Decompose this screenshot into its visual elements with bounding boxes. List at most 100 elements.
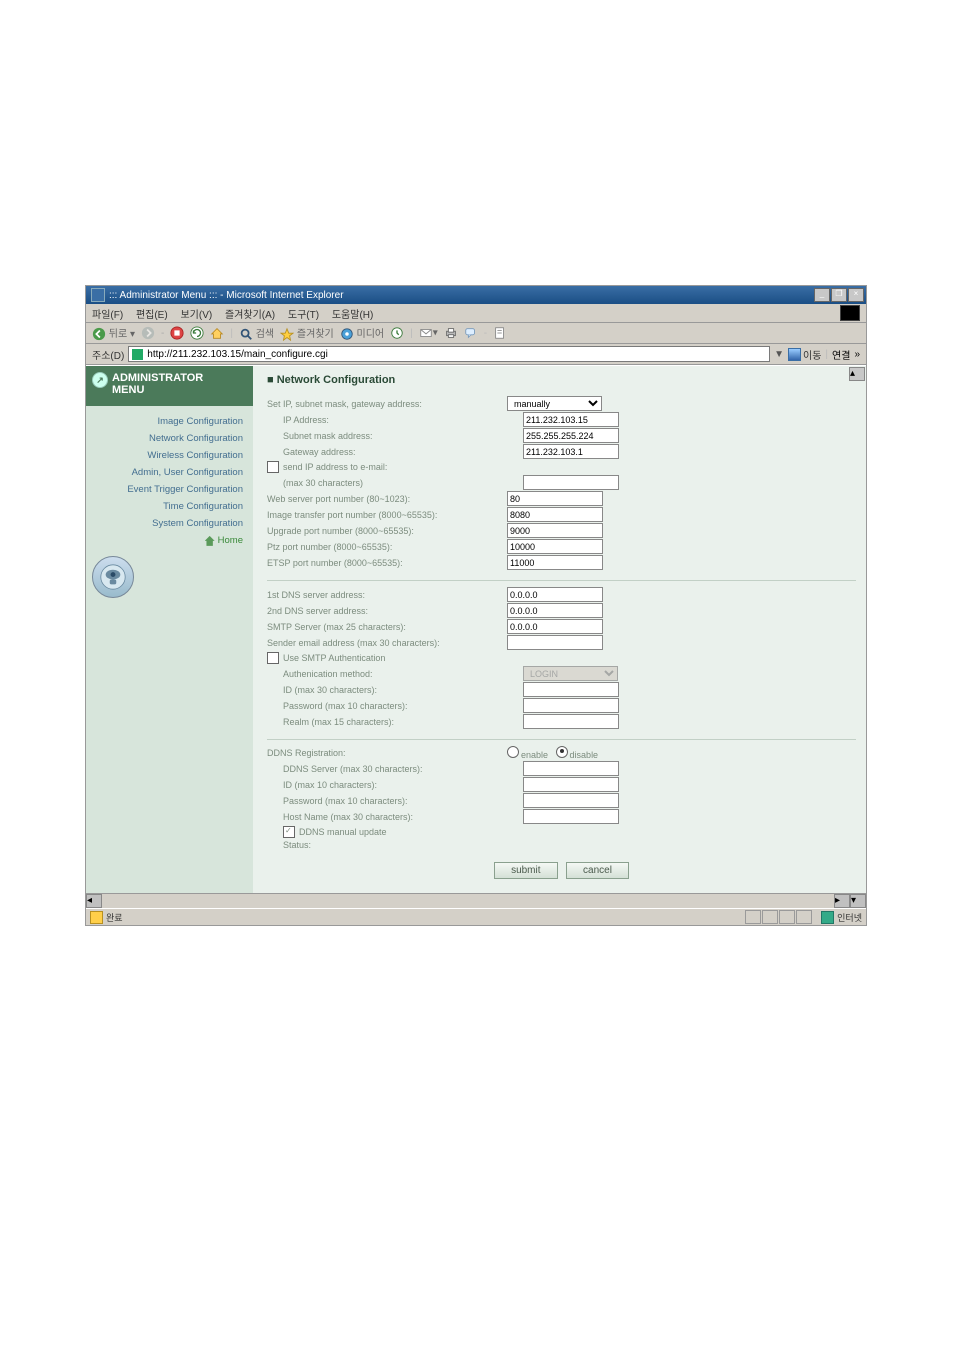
menu-tools[interactable]: 도구(T): [288, 310, 319, 321]
ddns-manual-checkbox[interactable]: [283, 826, 295, 838]
status-cell: [762, 910, 778, 924]
main-panel: ■ Network Configuration Set IP, subnet m…: [253, 366, 866, 893]
smtp-label: SMTP Server (max 25 characters):: [267, 622, 507, 632]
etsp-port-input[interactable]: [507, 555, 603, 570]
print-button[interactable]: [444, 326, 458, 340]
scroll-left-button[interactable]: ◂: [86, 894, 102, 908]
smtp-pw-input[interactable]: [523, 698, 619, 713]
scroll-right-button[interactable]: ▸: [834, 894, 850, 908]
upg-port-label: Upgrade port number (8000~65535):: [267, 526, 507, 536]
close-button[interactable]: ×: [848, 288, 864, 302]
cancel-button[interactable]: cancel: [566, 862, 629, 879]
dns2-label: 2nd DNS server address:: [267, 606, 507, 616]
back-button[interactable]: 뒤로 ▾: [92, 325, 135, 341]
scroll-down-button[interactable]: ▾: [850, 894, 866, 908]
divider: [267, 739, 856, 740]
discuss-button[interactable]: [464, 326, 478, 340]
edit-button[interactable]: [493, 326, 507, 340]
send-ip-email-input[interactable]: [523, 475, 619, 490]
ip-address-input[interactable]: [523, 412, 619, 427]
web-port-input[interactable]: [507, 491, 603, 506]
go-button[interactable]: 이동: [788, 347, 821, 362]
page-icon: [132, 349, 143, 360]
dns2-input[interactable]: [507, 603, 603, 618]
smtp-id-label: ID (max 30 characters):: [267, 685, 523, 695]
ie-icon: [91, 288, 105, 302]
img-port-label: Image transfer port number (8000~65535):: [267, 510, 507, 520]
ddns-server-input[interactable]: [523, 761, 619, 776]
sidebar-item-system-config[interactable]: System Configuration: [96, 518, 243, 529]
upg-port-input[interactable]: [507, 523, 603, 538]
status-icon: [90, 911, 103, 924]
smtp-id-input[interactable]: [523, 682, 619, 697]
mail-button[interactable]: ▾: [419, 326, 438, 340]
history-button[interactable]: [390, 326, 404, 340]
auth-method-select: LOGIN: [523, 666, 618, 681]
ddns-pw-label: Password (max 10 characters):: [267, 796, 523, 806]
titlebar: ::: Administrator Menu ::: - Microsoft I…: [86, 286, 866, 304]
home-button[interactable]: [210, 326, 224, 340]
zone-text: 인터넷: [837, 911, 862, 924]
web-port-label: Web server port number (80~1023):: [267, 494, 507, 504]
ip-mode-select[interactable]: manually: [507, 396, 602, 411]
menu-favorites[interactable]: 즐겨찾기(A): [225, 310, 275, 321]
ptz-port-label: Ptz port number (8000~65535):: [267, 542, 507, 552]
img-port-input[interactable]: [507, 507, 603, 522]
dns1-input[interactable]: [507, 587, 603, 602]
addressbar: 주소(D) http://211.232.103.15/main_configu…: [86, 344, 866, 365]
menu-help[interactable]: 도움말(H): [332, 310, 373, 321]
ddns-id-input[interactable]: [523, 777, 619, 792]
media-button[interactable]: 미디어: [340, 325, 384, 341]
scroll-up-button[interactable]: ▴: [849, 367, 865, 381]
subnet-input[interactable]: [523, 428, 619, 443]
ddns-disable-radio[interactable]: [556, 746, 568, 758]
maximize-button[interactable]: ❐: [831, 288, 847, 302]
sidebar-item-image-config[interactable]: Image Configuration: [96, 416, 243, 427]
use-smtp-auth-checkbox[interactable]: [267, 652, 279, 664]
sidebar-item-wireless-config[interactable]: Wireless Configuration: [96, 450, 243, 461]
url-input[interactable]: http://211.232.103.15/main_configure.cgi: [128, 346, 770, 362]
sidebar-item-network-config[interactable]: Network Configuration: [96, 433, 243, 444]
menu-view[interactable]: 보기(V): [180, 310, 212, 321]
ip-address-label: IP Address:: [267, 415, 523, 425]
ddns-enable-radio[interactable]: [507, 746, 519, 758]
submit-button[interactable]: submit: [494, 862, 557, 879]
url-dropdown-button[interactable]: ▼: [774, 349, 784, 360]
ddns-group: DDNS Registration: enable disable DDNS S…: [267, 746, 856, 850]
links-label[interactable]: 연결: [832, 347, 850, 362]
gateway-label: Gateway address:: [267, 447, 523, 457]
menubar: 파일(F) 편집(E) 보기(V) 즐겨찾기(A) 도구(T) 도움말(H): [86, 304, 866, 323]
send-ip-checkbox[interactable]: [267, 461, 279, 473]
forward-button[interactable]: [141, 326, 155, 340]
send-ip-sub-label: (max 30 characters): [267, 478, 523, 488]
minimize-button[interactable]: _: [814, 288, 830, 302]
stop-button[interactable]: [170, 326, 184, 340]
links-expand[interactable]: »: [854, 349, 860, 360]
status-cell: [796, 910, 812, 924]
menu-file[interactable]: 파일(F): [92, 310, 123, 321]
auth-method-label: Authenication method:: [267, 669, 523, 679]
window-title: ::: Administrator Menu ::: - Microsoft I…: [109, 290, 344, 301]
smtp-realm-input[interactable]: [523, 714, 619, 729]
horizontal-scrollbar[interactable]: ◂ ▸ ▾: [86, 893, 866, 908]
toolbar: 뒤로 ▾ - | 검색 즐겨찾기 미디어 |: [86, 323, 866, 344]
smtp-input[interactable]: [507, 619, 603, 634]
refresh-button[interactable]: [190, 326, 204, 340]
sidebar-item-admin-user-config[interactable]: Admin, User Configuration: [96, 467, 243, 478]
sidebar-item-event-trigger-config[interactable]: Event Trigger Configuration: [96, 484, 243, 495]
sidebar-item-time-config[interactable]: Time Configuration: [96, 501, 243, 512]
favorites-button[interactable]: 즐겨찾기: [280, 325, 334, 341]
ddns-reg-label: DDNS Registration:: [267, 748, 507, 758]
ddns-host-input[interactable]: [523, 809, 619, 824]
menu-edit[interactable]: 편집(E): [136, 310, 168, 321]
search-button[interactable]: 검색: [239, 325, 274, 341]
sender-input[interactable]: [507, 635, 603, 650]
status-cell: [779, 910, 795, 924]
sidebar-item-home[interactable]: Home: [96, 535, 243, 546]
ddns-pw-input[interactable]: [523, 793, 619, 808]
gateway-input[interactable]: [523, 444, 619, 459]
page-title: ■ Network Configuration: [267, 374, 856, 386]
url-text: http://211.232.103.15/main_configure.cgi: [147, 349, 328, 360]
status-text: 완료: [106, 911, 123, 924]
ptz-port-input[interactable]: [507, 539, 603, 554]
